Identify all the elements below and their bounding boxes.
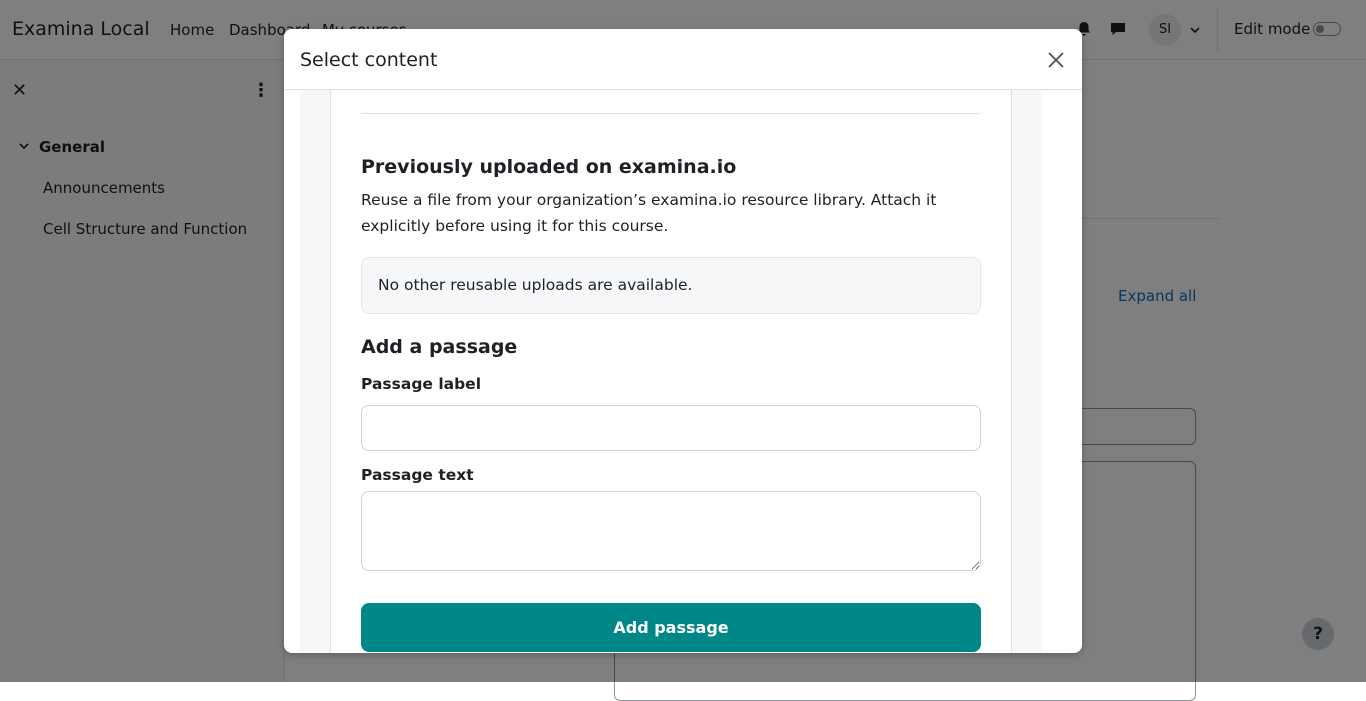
close-icon[interactable] (1046, 50, 1066, 70)
previously-uploaded-heading: Previously uploaded on examina.io (361, 156, 737, 178)
add-passage-heading: Add a passage (361, 336, 518, 358)
modal-body[interactable]: Previously uploaded on examina.io Reuse … (300, 90, 1042, 653)
empty-uploads-text: No other reusable uploads are available. (378, 276, 693, 294)
select-content-modal: Select content Previously uploaded on ex… (284, 29, 1082, 653)
passage-label-label: Passage label (361, 375, 482, 393)
passage-text-label: Passage text (361, 466, 474, 484)
section-divider (361, 113, 981, 114)
content-card: Previously uploaded on examina.io Reuse … (330, 90, 1012, 653)
add-passage-button[interactable]: Add passage (361, 603, 981, 652)
previously-uploaded-description: Reuse a file from your organization’s ex… (361, 191, 937, 235)
passage-label-input[interactable] (361, 405, 981, 451)
passage-text-input[interactable] (361, 491, 981, 571)
modal-title: Select content (300, 49, 438, 71)
empty-uploads-notice: No other reusable uploads are available. (361, 257, 981, 314)
modal-header: Select content (284, 29, 1082, 90)
